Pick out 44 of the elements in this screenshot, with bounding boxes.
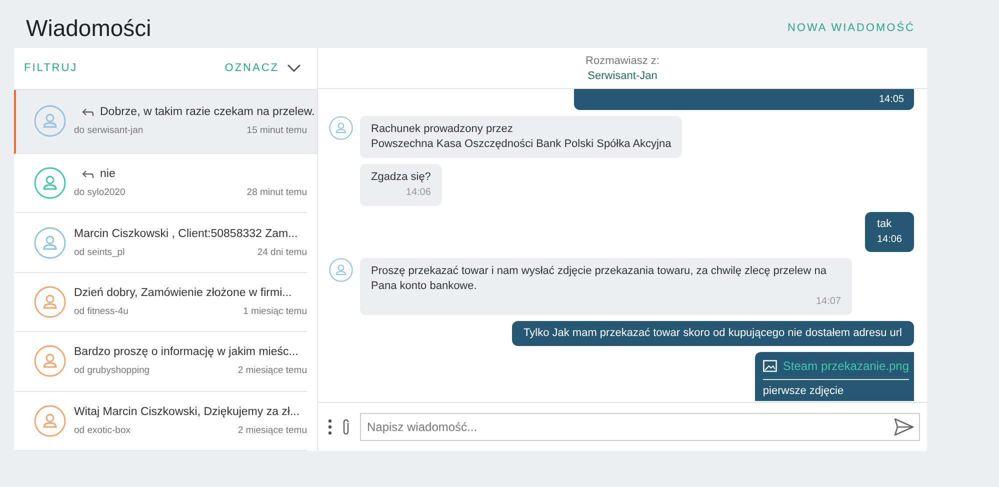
message-time: 14:05 [878, 93, 904, 107]
conversation-recipient: do sylo2020 [74, 187, 126, 198]
image-icon [762, 360, 777, 372]
conversation-time: 1 miesiąc temu [243, 306, 307, 317]
message-text: Rachunek prowadzony przez [371, 122, 514, 137]
conversation-preview: Dobrze, w takim razie czekam na przelew. [100, 106, 315, 118]
more-options-icon[interactable] [328, 419, 332, 435]
message-text: tak [876, 217, 893, 232]
conversation-preview: nie [100, 168, 116, 180]
message-time: 14:06 [876, 233, 902, 247]
conversation-recipient: od seints_pl [74, 246, 125, 258]
conversation-time: 2 miesiące temu [238, 424, 307, 436]
conversation-item[interactable]: Witaj Marcin Ciszkowski, Dziękujemy za zł... od exotic-box 2 miesiące temu [14, 392, 307, 451]
conversation-item[interactable]: Dzień dobry, Zamówienie złożone w firmi... od fitness-4u 1 miesiąc temu [14, 272, 307, 332]
conversation-recipient: od fitness-4u [74, 306, 128, 317]
message-time: 14:07 [814, 295, 841, 309]
conversation-item[interactable]: Marcin Ciszkowski , Client:50858332 Zam... od seints_pl 24 dni temu [14, 213, 307, 273]
message-text: Powszechna Kasa Oszczędności Bank Polski Spółka Akcyjna [371, 137, 672, 152]
conversation-preview: Bardzo proszę o informację w jakim mieśc... [74, 346, 298, 358]
conversation-recipient: od exotic-box [74, 424, 131, 436]
page-title: Wiadomości [26, 14, 152, 42]
conversation-time: 24 dni temu [257, 246, 307, 258]
conversation-recipient: od grubyshopping [74, 365, 150, 376]
conversation-item[interactable]: nie do sylo2020 28 minut temu [14, 154, 307, 214]
conversation-recipient: do serwisant-jan [74, 125, 144, 136]
message-text: Tylko Jak mam przekazać towar skoro od kupującego nie dostałem adresu url [524, 326, 902, 341]
message-text: Proszę przekazać towar i nam wysłać zdjęcie przekazania towaru, za chwilę zlecę przelew na Pana konto bankowe. [371, 264, 828, 294]
conversation-time: 2 miesiące temu [238, 365, 307, 376]
conversation-item[interactable]: Dobrze, w takim razie czekam na przelew. do serwisant-jan 15 minut temu [14, 90, 317, 154]
message-time: 14:06 [404, 186, 431, 200]
conversation-preview: Dzień dobry, Zamówienie złożone w firmi... [74, 286, 292, 299]
message-text: Zgadza się? [371, 170, 431, 185]
chevron-down-icon[interactable] [287, 64, 301, 72]
conversation-preview: Marcin Ciszkowski , Client:50858332 Zam... [74, 228, 298, 240]
conversation-partner-name: Serwisant-Jan [588, 70, 658, 82]
message-input[interactable]: Napisz wiadomość... [360, 413, 920, 441]
conversation-time: 15 minut temu [246, 125, 307, 136]
conversation-item[interactable]: Bardzo proszę o informację w jakim mieśc... od grubyshopping 2 miesiące temu [14, 332, 307, 392]
conversation-preview: Witaj Marcin Ciszkowski, Dziękujemy za zł... [74, 406, 300, 418]
send-icon[interactable] [894, 418, 914, 436]
conversation-time: 28 minut temu [246, 187, 307, 198]
conversation-with-label: Rozmawiasz z: [586, 54, 660, 66]
attachment-link[interactable]: Steam przekazanie.png [782, 359, 909, 373]
attachment-caption: pierwsze zdjęcie [762, 385, 845, 397]
